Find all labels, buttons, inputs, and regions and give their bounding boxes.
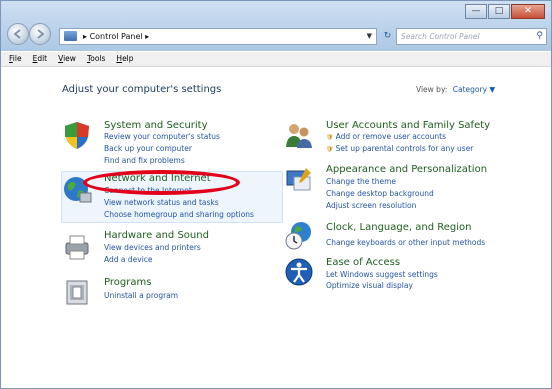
menu-help[interactable]: Help xyxy=(116,52,133,66)
ease-of-access-icon xyxy=(285,258,313,286)
search-icon[interactable]: ⚲ xyxy=(536,29,543,44)
menu-view[interactable]: View xyxy=(58,52,76,66)
search-input[interactable]: Search Control Panel ⚲ xyxy=(396,28,547,45)
control-panel-folder-icon xyxy=(64,31,77,41)
category-title-clock-language[interactable]: Clock, Language, and Region xyxy=(326,222,471,233)
clock-globe-icon xyxy=(285,222,311,250)
printer-icon xyxy=(65,235,89,260)
minimize-button[interactable]: — xyxy=(465,4,487,19)
maximize-button[interactable]: □ xyxy=(488,4,510,19)
close-button[interactable]: ✕ xyxy=(511,4,545,19)
address-dropdown-icon[interactable]: ▼ xyxy=(367,29,372,44)
page-title: Adjust your computer's settings xyxy=(62,84,222,95)
view-by-label: View by: xyxy=(416,85,448,94)
annotation-ellipse xyxy=(83,170,240,195)
search-placeholder: Search Control Panel xyxy=(401,32,480,41)
link-parental-controls[interactable]: Set up parental controls for any user xyxy=(326,144,474,155)
control-panel-window: — □ ✕ ▸ Control Panel ▸ ▼ ↻ Search Contr… xyxy=(0,0,552,389)
link-uninstall-program[interactable]: Uninstall a program xyxy=(104,291,178,301)
category-title-ease-of-access[interactable]: Ease of Access xyxy=(326,257,400,268)
window-controls: — □ ✕ xyxy=(464,4,545,19)
shield-icon xyxy=(65,122,89,149)
refresh-icon[interactable]: ↻ xyxy=(380,28,395,45)
link-screen-resolution[interactable]: Adjust screen resolution xyxy=(326,201,416,211)
category-title-hardware-sound[interactable]: Hardware and Sound xyxy=(104,230,209,241)
link-devices-printers[interactable]: View devices and printers xyxy=(104,243,201,253)
menu-bar: File Edit View Tools Help xyxy=(1,52,551,67)
link-desktop-background[interactable]: Change desktop background xyxy=(326,189,434,199)
link-find-fix[interactable]: Find and fix problems xyxy=(104,156,185,166)
link-back-up[interactable]: Back up your computer xyxy=(104,144,192,154)
main-content: Adjust your computer's settings View by:… xyxy=(1,67,551,388)
link-network-status[interactable]: View network status and tasks xyxy=(104,198,219,208)
menu-edit[interactable]: Edit xyxy=(33,52,48,66)
forward-button[interactable] xyxy=(29,23,51,45)
back-button[interactable] xyxy=(7,23,29,45)
category-title-appearance[interactable]: Appearance and Personalization xyxy=(326,164,487,175)
link-homegroup[interactable]: Choose homegroup and sharing options xyxy=(104,210,254,220)
menu-tools[interactable]: Tools xyxy=(87,52,105,66)
title-bar: — □ ✕ ▸ Control Panel ▸ ▼ ↻ Search Contr… xyxy=(1,1,551,51)
view-by: View by: Category ▼ xyxy=(416,85,495,94)
breadcrumb[interactable]: ▸ Control Panel ▸ xyxy=(83,29,149,44)
forward-arrow-icon xyxy=(37,29,45,39)
menu-file[interactable]: File xyxy=(9,52,22,66)
category-title-user-accounts[interactable]: User Accounts and Family Safety xyxy=(326,120,490,131)
appearance-icon xyxy=(286,168,311,191)
link-change-theme[interactable]: Change the theme xyxy=(326,177,396,187)
link-suggest-settings[interactable]: Let Windows suggest settings xyxy=(326,270,438,280)
category-title-programs[interactable]: Programs xyxy=(104,277,151,288)
view-by-dropdown[interactable]: Category ▼ xyxy=(453,85,495,94)
link-keyboards[interactable]: Change keyboards or other input methods xyxy=(326,238,485,248)
category-title-system-security[interactable]: System and Security xyxy=(104,120,208,131)
link-add-remove-users[interactable]: Add or remove user accounts xyxy=(326,132,446,143)
programs-icon xyxy=(66,280,88,305)
link-add-device[interactable]: Add a device xyxy=(104,255,153,265)
users-icon xyxy=(286,124,312,148)
link-optimize-display[interactable]: Optimize visual display xyxy=(326,281,413,291)
address-bar[interactable]: ▸ Control Panel ▸ ▼ xyxy=(59,28,377,45)
back-arrow-icon xyxy=(13,29,21,39)
breadcrumb-control-panel[interactable]: Control Panel xyxy=(90,32,143,41)
link-review-status[interactable]: Review your computer's status xyxy=(104,132,220,142)
